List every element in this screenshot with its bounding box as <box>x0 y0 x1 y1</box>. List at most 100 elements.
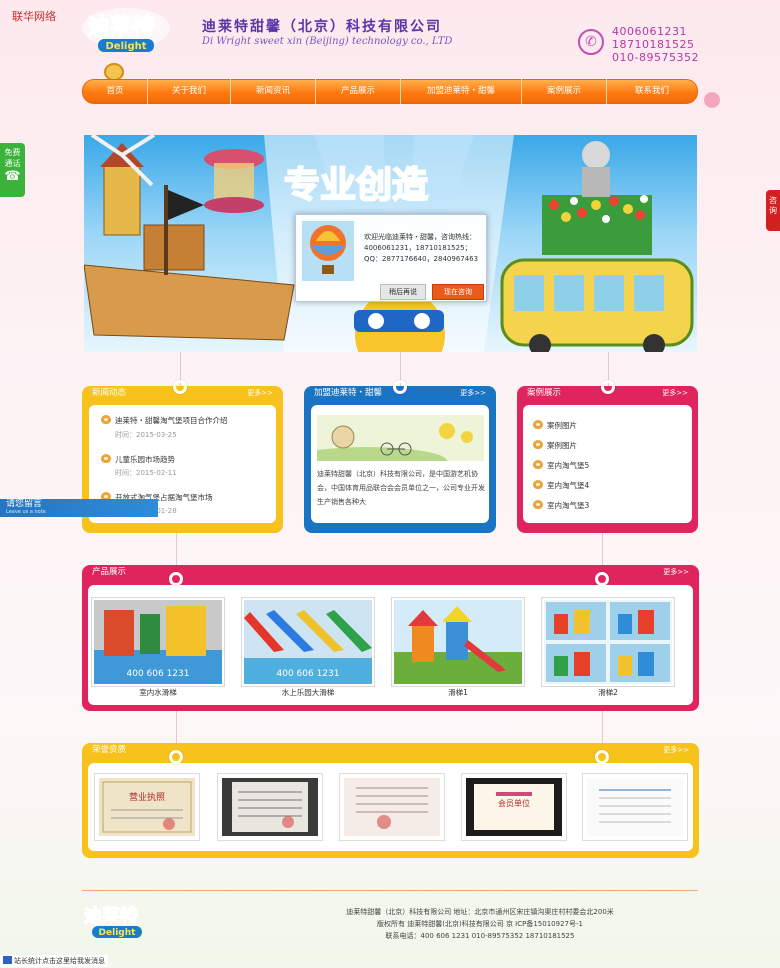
hook-icon <box>169 572 183 586</box>
paw-icon <box>533 480 543 489</box>
stat-bar-label[interactable]: 站长统计点击这里给我发消息 <box>14 957 105 965</box>
product-caption[interactable]: 水上乐园大滑梯 <box>241 687 375 698</box>
cases-box: 案例展示 更多>> 案例图片 案例图片 室内淘气堡5 室内淘气堡4 室内淘气堡3 <box>517 386 698 533</box>
free-call-label-2: 通话 <box>4 159 21 168</box>
stats-icon <box>3 956 12 964</box>
list-item[interactable]: 室内淘气堡4 <box>533 480 589 491</box>
product-caption[interactable]: 滑梯1 <box>391 687 525 698</box>
footer-logo-sub: Delight <box>99 928 137 938</box>
footer-logo-text: 迪莱特 <box>84 905 138 927</box>
certificate-card[interactable] <box>217 773 323 841</box>
case-title[interactable]: 案例图片 <box>547 421 577 430</box>
nav-home[interactable]: 首页 <box>83 79 147 104</box>
site-tag[interactable]: 联华网络 <box>12 8 56 24</box>
nav-news[interactable]: 新闻资讯 <box>231 79 315 104</box>
product-overlay: 400 606 1231 <box>277 669 340 679</box>
news-title[interactable]: 迪莱特・甜馨淘气堡项目合作介绍 <box>115 416 228 425</box>
list-item[interactable]: 案例图片 <box>533 420 577 431</box>
franchise-more-link[interactable]: 更多>> <box>460 386 486 401</box>
product-card[interactable] <box>541 597 675 687</box>
balloon-icon <box>302 221 354 281</box>
certificate-card[interactable]: 营业执照 <box>94 773 200 841</box>
main-nav: 首页 关于我们 新闻资讯 产品展示 加盟迪莱特・甜馨 案例展示 联系我们 <box>82 79 698 104</box>
cases-more-link[interactable]: 更多>> <box>662 386 688 401</box>
cases-list: 案例图片 案例图片 室内淘气堡5 室内淘气堡4 室内淘气堡3 <box>523 405 692 523</box>
list-item[interactable]: 室内淘气堡3 <box>533 500 589 511</box>
nav-contact[interactable]: 联系我们 <box>607 79 697 104</box>
hook-icon <box>169 750 183 764</box>
logo-sub: Delight <box>106 41 147 52</box>
case-title[interactable]: 室内淘气堡5 <box>547 461 589 470</box>
list-item[interactable]: 迪莱特・甜馨淘气堡项目合作介绍 <box>101 415 228 426</box>
stat-bar[interactable]: 站长统计点击这里给我发消息 <box>0 955 108 967</box>
phone-line-1: 4006061231 <box>612 25 687 38</box>
company-name-en: Di Wright sweet xin (Beijing) technology… <box>202 36 453 47</box>
consult-tab[interactable]: 咨询 <box>766 190 780 231</box>
certificate-label: 营业执照 <box>129 791 165 803</box>
site-logo[interactable]: 迪莱特 Delight <box>80 6 172 56</box>
certificate-card[interactable] <box>339 773 445 841</box>
paw-icon <box>533 440 543 449</box>
products-box: 产品展示 更多>> 400 606 1231 室内水滑梯 400 606 123… <box>82 565 699 711</box>
later-button[interactable]: 稍后再说 <box>380 284 426 300</box>
nav-franchise[interactable]: 加盟迪莱特・甜馨 <box>401 79 521 104</box>
list-item[interactable]: 室内淘气堡5 <box>533 460 589 471</box>
company-name-cn: 迪莱特甜馨（北京）科技有限公司 <box>202 19 442 35</box>
paw-icon <box>533 500 543 509</box>
franchise-desc: 迪莱特甜馨（北京）科技有限公司，是中国游艺机协会，中国体育用品联合会会员单位之一… <box>317 470 485 506</box>
hook-icon <box>393 380 407 394</box>
honors-box-title: 荣誉资质 <box>92 745 127 755</box>
hook-icon <box>595 750 609 764</box>
certificate-card[interactable] <box>582 773 688 841</box>
leave-message-bar[interactable]: 请您留言 Leave us a note <box>0 499 158 517</box>
case-title[interactable]: 室内淘气堡4 <box>547 481 589 490</box>
message-title: 请您留言 <box>6 499 43 509</box>
popup-message: 欢迎光临迪莱特・甜馨，咨询热线：4006061231，18710181525；Q… <box>364 233 479 263</box>
nav-products[interactable]: 产品展示 <box>316 79 400 104</box>
franchise-image[interactable] <box>304 415 484 475</box>
consult-now-button[interactable]: 现在咨询 <box>432 284 484 300</box>
franchise-content: 迪莱特甜馨（北京）科技有限公司，是中国游艺机协会，中国体育用品联合会会员单位之一… <box>304 405 489 523</box>
free-call-tab[interactable]: 免费 通话 ☎ <box>0 143 25 197</box>
paw-icon <box>533 420 543 429</box>
case-title[interactable]: 室内淘气堡3 <box>547 501 589 510</box>
news-title[interactable]: 儿童乐园市场趋势 <box>115 455 175 464</box>
footer-address: 迪莱特甜馨（北京）科技有限公司 地址：北京市通州区宋庄镇沟渠庄村村委会北200米 <box>346 908 614 916</box>
product-image: 400 606 1231 <box>94 600 222 684</box>
list-item[interactable]: 案例图片 <box>533 440 577 451</box>
news-date: 时间：2015-02-11 <box>115 469 177 477</box>
nav-cases[interactable]: 案例展示 <box>522 79 606 104</box>
phone-line-2: 18710181525 <box>612 38 695 51</box>
product-image <box>394 600 522 684</box>
phone-line-3: 010-89575352 <box>612 51 699 64</box>
news-box-title: 新闻动态 <box>92 388 127 398</box>
nav-about[interactable]: 关于我们 <box>148 79 230 104</box>
honors-more-link[interactable]: 更多>> <box>663 743 689 758</box>
product-card[interactable]: 400 606 1231 <box>91 597 225 687</box>
certificate-label: 会员单位 <box>498 798 530 808</box>
paw-icon <box>101 415 111 424</box>
franchise-box-title: 加盟迪莱特・甜馨 <box>314 388 383 398</box>
news-more-link[interactable]: 更多>> <box>247 386 273 401</box>
product-card[interactable] <box>391 597 525 687</box>
footer-divider <box>82 890 698 891</box>
logo-text: 迪莱特 <box>88 14 154 40</box>
footer-logo[interactable]: 迪莱特 Delight <box>80 900 154 944</box>
hook-icon <box>173 380 187 394</box>
consult-popup: 欢迎光临迪莱特・甜馨，咨询热线：4006061231，18710181525；Q… <box>295 214 487 302</box>
case-title[interactable]: 案例图片 <box>547 441 577 450</box>
products-more-link[interactable]: 更多>> <box>663 565 689 580</box>
telephone-icon: ☎ <box>4 169 21 184</box>
product-caption[interactable]: 室内水滑梯 <box>91 687 225 698</box>
product-image <box>544 600 672 684</box>
product-caption[interactable]: 滑梯2 <box>541 687 675 698</box>
phone-icon: ✆ <box>578 29 604 55</box>
products-box-title: 产品展示 <box>92 567 127 577</box>
certificate-card[interactable]: 会员单位 <box>461 773 567 841</box>
news-date: 时间：2015-03-25 <box>115 431 177 439</box>
list-item[interactable]: 儿童乐园市场趋势 <box>101 454 175 465</box>
footer-info: 迪莱特甜馨（北京）科技有限公司 地址：北京市通州区宋庄镇沟渠庄村村委会北200米… <box>260 906 700 942</box>
cases-box-title: 案例展示 <box>527 388 562 398</box>
paw-icon <box>533 460 543 469</box>
product-card[interactable]: 400 606 1231 <box>241 597 375 687</box>
